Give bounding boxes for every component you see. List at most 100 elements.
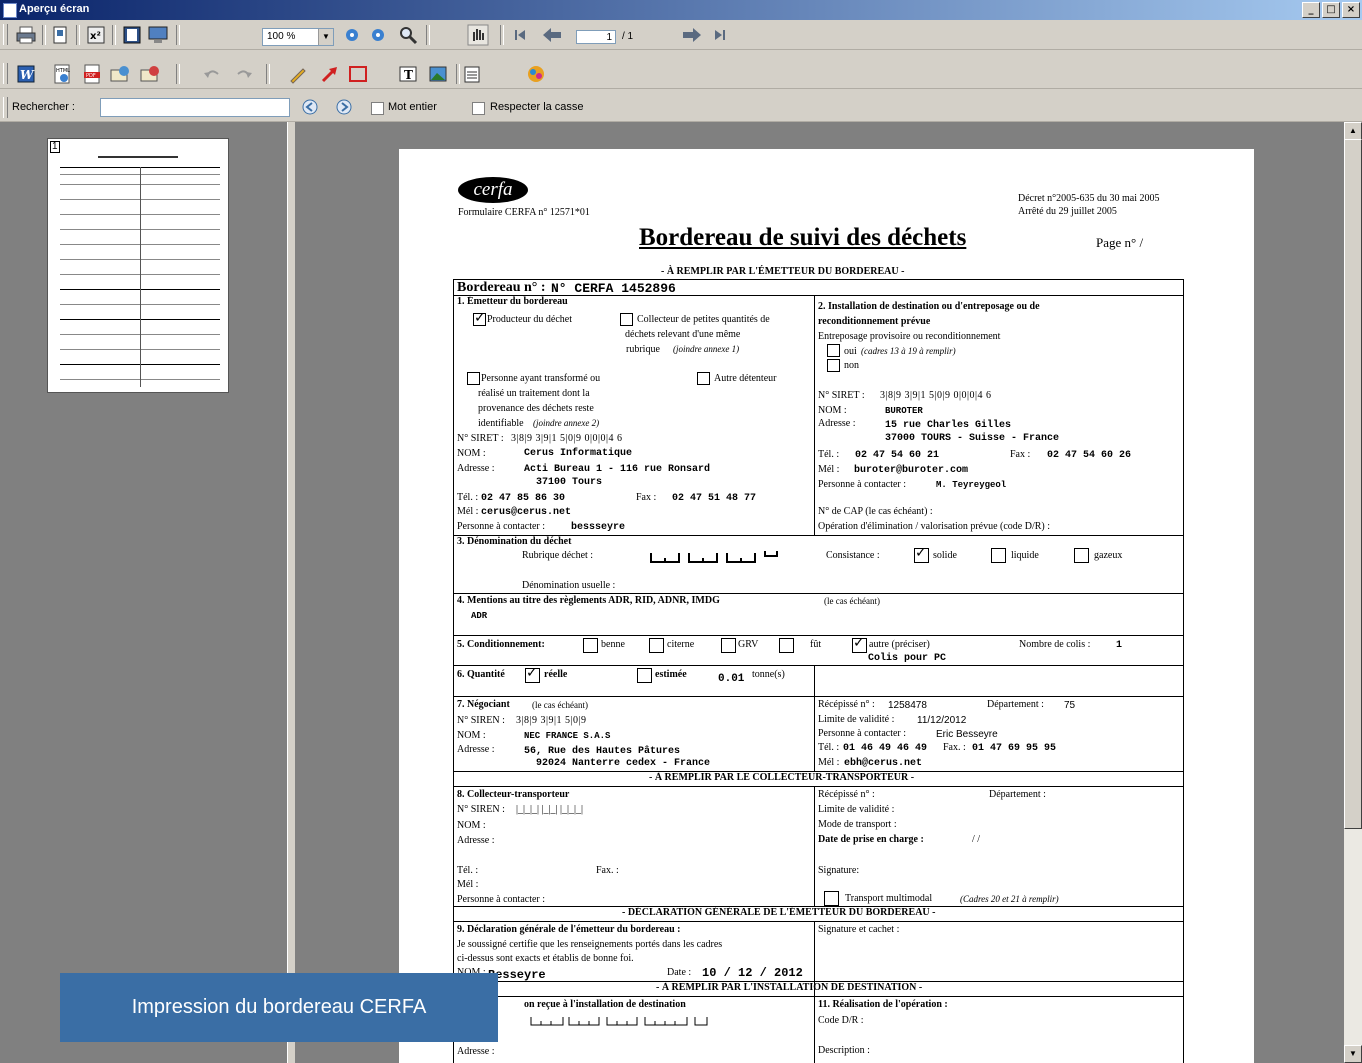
autre-conditionnement-checkbox[interactable]	[852, 635, 867, 653]
previous-page-button[interactable]	[540, 24, 564, 46]
collecteur-checkbox[interactable]	[620, 313, 633, 326]
hand-tool-button[interactable]	[466, 24, 490, 46]
pane-splitter[interactable]	[287, 122, 296, 1063]
toolbar-grip[interactable]	[3, 97, 8, 118]
autre-detenteur-checkbox[interactable]	[697, 372, 710, 385]
toolbar-grip[interactable]	[3, 63, 8, 84]
undo-button[interactable]	[200, 63, 224, 85]
last-page-button[interactable]	[708, 24, 732, 46]
page-number-input[interactable]: 1	[576, 30, 616, 44]
reelle-checkbox[interactable]	[525, 665, 540, 683]
s5-benne: benne	[601, 639, 625, 650]
s7-siren-value: 3|8|9 3|9|1 5|0|9	[516, 715, 587, 726]
calculator-button[interactable]: x²	[84, 24, 108, 46]
producteur-checkbox[interactable]	[473, 310, 486, 326]
search-label: Rechercher :	[12, 101, 75, 113]
color-button[interactable]	[524, 63, 548, 85]
toolbar-export: W HTML PDF T	[0, 59, 1362, 89]
caption-text: Impression du bordereau CERFA	[131, 996, 427, 1018]
chevron-down-icon[interactable]: ▼	[318, 29, 333, 45]
collecteur-line1: Collecteur de petites quantités de	[637, 314, 770, 325]
s2-title2: reconditionnement prévue	[818, 316, 931, 327]
page-setup-icon	[53, 26, 67, 44]
s1-mel-label: Mél :	[457, 506, 479, 517]
s11-description: Description :	[818, 1045, 870, 1056]
scroll-up-button[interactable]: ▲	[1344, 122, 1362, 140]
send-email-button[interactable]	[108, 63, 132, 85]
s2-operation: Opération d'élimination / valorisation p…	[818, 521, 1051, 532]
personne-checkbox[interactable]	[467, 372, 480, 385]
gazeux-checkbox[interactable]	[1074, 548, 1089, 563]
scrollbar-thumb[interactable]	[1344, 139, 1362, 829]
entreposage-oui-checkbox[interactable]	[827, 344, 840, 357]
match-case-checkbox[interactable]	[472, 102, 485, 115]
maximize-button[interactable]: □	[1322, 2, 1340, 18]
multimodal-checkbox[interactable]	[824, 891, 839, 906]
search-next-button[interactable]	[332, 96, 356, 118]
s2-siret-label: N° SIRET :	[818, 390, 865, 401]
entreposage-non-checkbox[interactable]	[827, 359, 840, 372]
svg-text:x²: x²	[90, 31, 101, 42]
s1-fax-label: Fax :	[636, 492, 657, 503]
caption-overlay: Impression du bordereau CERFA	[60, 973, 498, 1042]
whole-word-checkbox[interactable]	[371, 102, 384, 115]
fut-checkbox[interactable]	[779, 638, 794, 653]
zoom-value: 100 %	[267, 31, 296, 42]
s3-usuelle: Dénomination usuelle :	[522, 580, 616, 591]
zoom-in-icon	[346, 29, 358, 41]
s7-tel-label: Tél. :	[818, 742, 840, 753]
undo-icon	[204, 70, 219, 78]
s1-adresse-value1: Acti Bureau 1 - 116 rue Ronsard	[524, 464, 711, 475]
grv-checkbox[interactable]	[721, 638, 736, 653]
vertical-scrollbar[interactable]: ▲ ▼	[1344, 122, 1362, 1063]
s9-date-label: Date :	[667, 967, 692, 978]
rectangle-tool-button[interactable]	[346, 63, 370, 85]
export-pdf-button[interactable]: PDF	[80, 63, 104, 85]
liquide-checkbox[interactable]	[991, 548, 1006, 563]
properties-button[interactable]	[460, 63, 484, 85]
estimee-checkbox[interactable]	[637, 668, 652, 683]
search-previous-button[interactable]	[298, 96, 322, 118]
zoom-tool-button[interactable]	[396, 24, 420, 46]
decree-text: Décret n°2005-635 du 30 mai 2005	[1018, 193, 1160, 204]
s8-siren-value: |_|_|_| |_|_| |_|_|_|	[516, 804, 584, 815]
scroll-down-button[interactable]: ▼	[1344, 1045, 1362, 1063]
minimize-button[interactable]: _	[1302, 2, 1320, 18]
next-page-button[interactable]	[680, 24, 704, 46]
s5-grv: GRV	[738, 639, 759, 650]
s7-recepisse-value: 1258478	[888, 700, 927, 711]
thumbnail-pane: 1	[0, 122, 287, 1063]
page-setup-button[interactable]	[48, 24, 72, 46]
text-tool-button[interactable]: T	[396, 63, 420, 85]
export-word-button[interactable]: W	[14, 63, 38, 85]
zoom-in-button[interactable]	[340, 24, 364, 46]
printer-icon	[16, 26, 36, 44]
redo-button[interactable]	[232, 63, 256, 85]
screen-view-button[interactable]	[146, 24, 170, 46]
image-tool-button[interactable]	[426, 63, 450, 85]
print-button[interactable]	[14, 24, 38, 46]
zoom-out-button[interactable]	[366, 24, 390, 46]
solide-checkbox[interactable]	[914, 545, 929, 563]
page-thumbnail[interactable]: 1	[47, 138, 229, 393]
export-html-button[interactable]: HTML	[50, 63, 74, 85]
benne-checkbox[interactable]	[583, 638, 598, 653]
pdf-icon: PDF	[84, 64, 100, 84]
first-page-button[interactable]	[508, 24, 532, 46]
send-pdf-email-button[interactable]	[138, 63, 162, 85]
rule	[453, 996, 1184, 997]
s2-contact-label: Personne à contacter :	[818, 479, 907, 490]
search-input[interactable]	[100, 98, 290, 117]
hand-icon	[467, 24, 489, 46]
citerne-checkbox[interactable]	[649, 638, 664, 653]
arrow-tool-button[interactable]	[318, 63, 342, 85]
toolbar-separator	[266, 64, 270, 84]
toolbar-grip[interactable]	[3, 24, 8, 45]
close-button[interactable]: ×	[1342, 2, 1360, 18]
zoom-select[interactable]: 100 % ▼	[262, 28, 334, 46]
s3-title: 3. Dénomination du déchet	[457, 536, 572, 547]
single-page-view-button[interactable]	[120, 24, 144, 46]
s1-fax-value: 02 47 51 48 77	[672, 493, 757, 504]
rule	[453, 665, 1184, 666]
pencil-tool-button[interactable]	[286, 63, 310, 85]
